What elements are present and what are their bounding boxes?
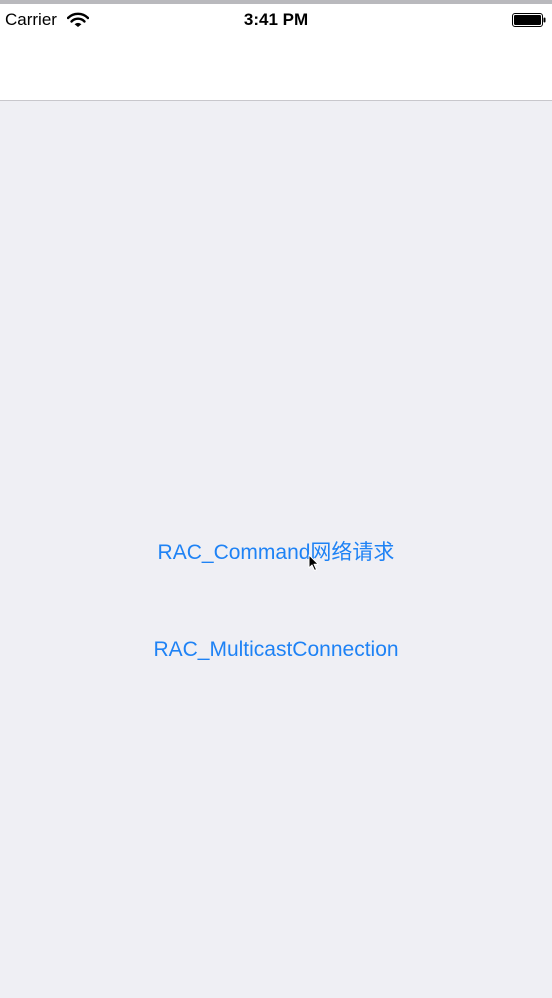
rac-multicast-connection-button[interactable]: RAC_MulticastConnection [0, 636, 552, 664]
status-time: 3:41 PM [243, 10, 309, 29]
mouse-pointer-icon [308, 554, 319, 571]
battery-icon [512, 13, 546, 27]
rac-command-button[interactable]: RAC_Command网络请求 [0, 539, 552, 567]
status-bar: Carrier 3:41 PM [0, 4, 552, 38]
main-content: RAC_Command网络请求 RAC_MulticastConnection [0, 101, 552, 998]
navigation-bar: Carrier 3:41 PM [0, 4, 552, 101]
